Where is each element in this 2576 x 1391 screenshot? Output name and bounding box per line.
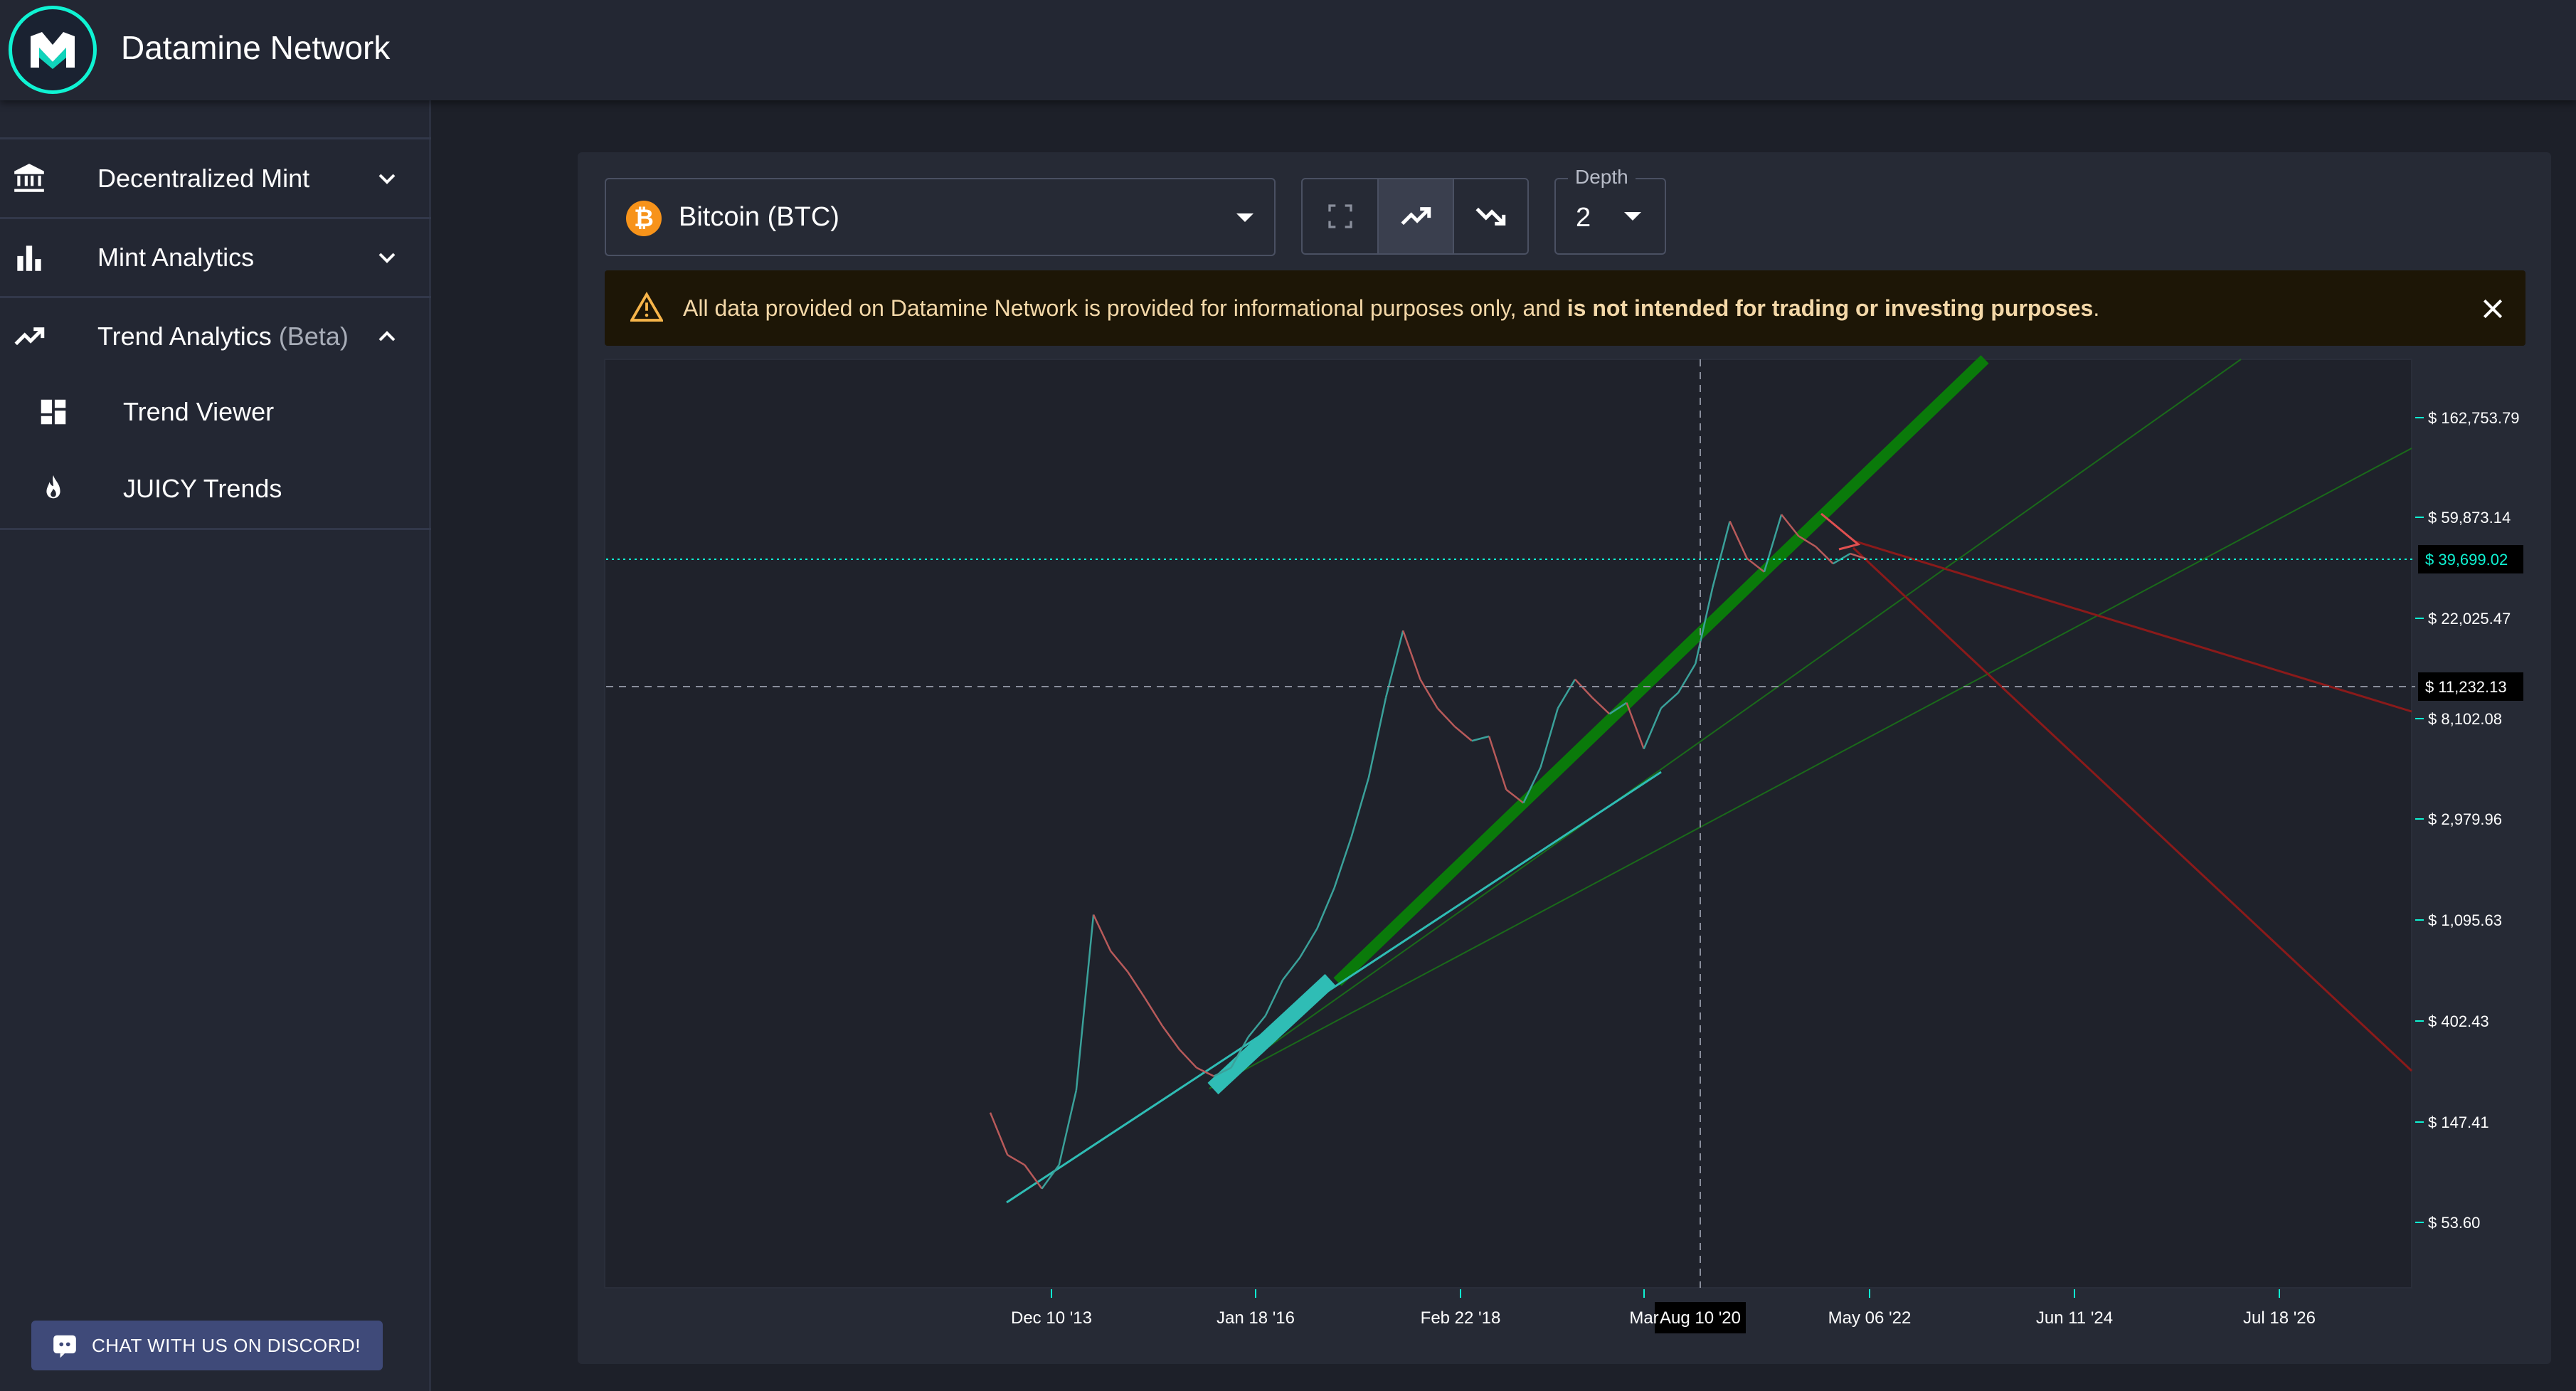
caret-down-icon <box>1236 213 1253 222</box>
fullscreen-icon <box>1327 204 1352 228</box>
depth-value: 2 <box>1576 203 1591 233</box>
depth-select[interactable] <box>1554 178 1666 255</box>
top-bar: Datamine Network <box>0 0 2576 100</box>
close-icon[interactable] <box>2479 295 2507 323</box>
bar-chart-icon <box>17 245 41 271</box>
trending-up-icon <box>14 327 45 346</box>
discord-button-label: CHAT WITH US ON DISCORD! <box>92 1334 361 1356</box>
flame-icon <box>46 475 60 499</box>
fullscreen-button[interactable] <box>1303 179 1377 253</box>
sidebar-item-juicy-trends[interactable]: JUICY Trends <box>0 452 431 526</box>
caret-down-icon <box>1624 212 1641 221</box>
sidebar-item-mint-analytics[interactable]: Mint Analytics <box>0 219 431 296</box>
sidebar-item-trend-viewer[interactable]: Trend Viewer <box>0 375 431 449</box>
chevron-up-icon <box>378 331 396 342</box>
sidebar-item-decentralized-mint[interactable]: Decentralized Mint <box>0 140 431 217</box>
uptrend-button[interactable] <box>1377 179 1453 253</box>
discord-chat-button[interactable]: CHAT WITH US ON DISCORD! <box>31 1321 383 1370</box>
bitcoin-icon: ₿ <box>626 201 662 236</box>
trending-up-icon <box>1401 207 1431 226</box>
chevron-down-icon <box>378 253 396 263</box>
warning-icon <box>630 292 663 322</box>
sidebar-item-label: Mint Analytics <box>97 243 255 272</box>
downtrend-button[interactable] <box>1452 179 1527 253</box>
sidebar-item-label: JUICY Trends <box>123 474 282 503</box>
nav-divider <box>0 528 431 530</box>
sidebar-item-label: Trend Analytics (Beta) <box>97 322 349 351</box>
datamine-logo-icon[interactable] <box>9 6 97 94</box>
sidebar-item-trend-analytics[interactable]: Trend Analytics (Beta) <box>0 298 431 375</box>
dashboard-icon <box>41 399 66 425</box>
trend-tool-group <box>1301 178 1529 255</box>
sidebar-item-label: Trend Viewer <box>123 397 275 426</box>
bank-icon <box>14 164 44 192</box>
discord-icon <box>53 1335 76 1358</box>
chevron-down-icon <box>378 174 396 184</box>
depth-label: Depth <box>1568 166 1636 189</box>
disclaimer-text: All data provided on Datamine Network is… <box>683 295 2100 321</box>
sidebar: Decentralized Mint Mint Analytics Trend … <box>0 100 431 1391</box>
sidebar-item-label: Decentralized Mint <box>97 164 310 193</box>
app-title: Datamine Network <box>121 29 391 66</box>
disclaimer-alert: All data provided on Datamine Network is… <box>605 270 2525 346</box>
trending-down-icon <box>1475 207 1506 226</box>
coin-select[interactable]: ₿ Bitcoin (BTC) <box>605 178 1276 256</box>
coin-select-value: Bitcoin (BTC) <box>679 202 839 232</box>
nav-divider <box>0 137 431 139</box>
